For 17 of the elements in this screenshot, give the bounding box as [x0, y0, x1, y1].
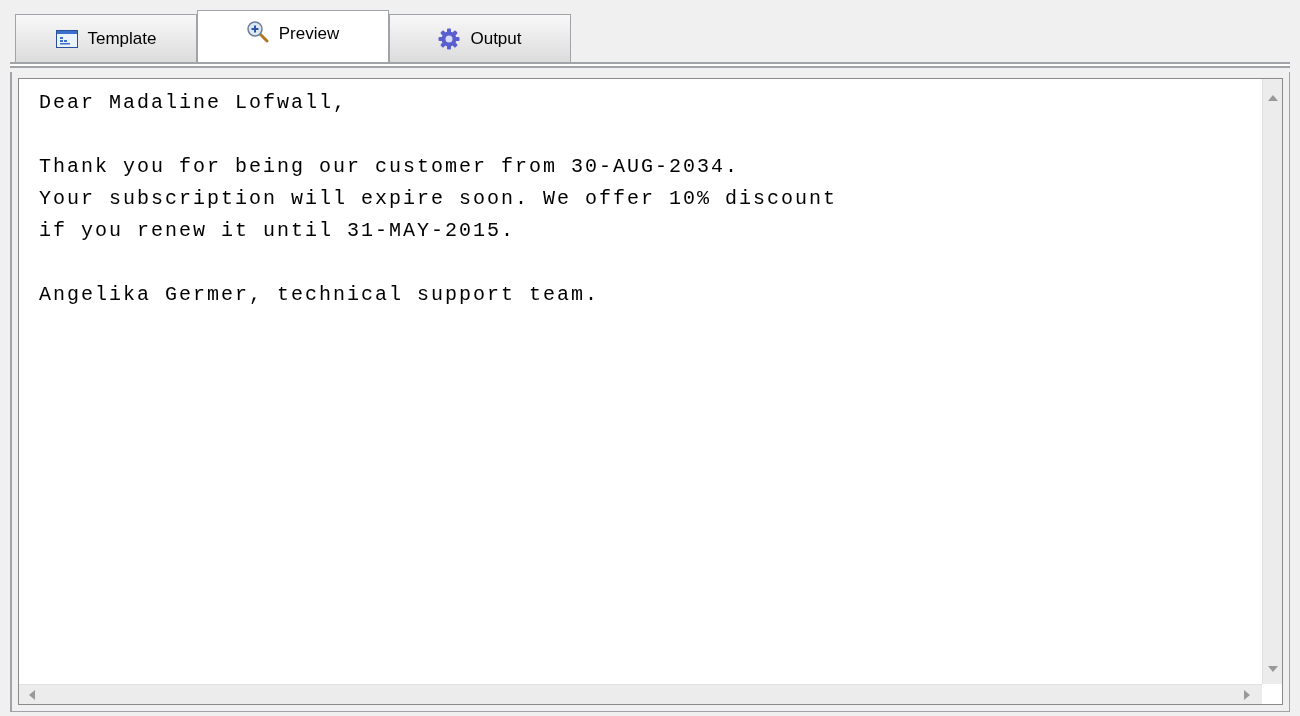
text-line: if you renew it until 31-MAY-2015. — [39, 218, 516, 244]
scroll-right-icon[interactable] — [1244, 690, 1250, 700]
tab[interactable]: Preview — [197, 10, 389, 62]
tab[interactable]: Output — [389, 14, 571, 62]
text-line: Angelika Germer, technical support team. — [39, 282, 600, 308]
text-line: Thank you for being our customer from 30-AUG-2034. — [39, 154, 740, 180]
zoom-in-icon — [246, 21, 269, 43]
text-area[interactable] — [18, 78, 1283, 705]
scroll-left-icon[interactable] — [29, 690, 35, 700]
scroll-up-icon[interactable] — [1268, 95, 1278, 101]
text-line: Your subscription will expire soon. We offer 10% discount — [39, 186, 838, 212]
horizontal-scrollbar[interactable] — [19, 684, 1262, 704]
window-icon — [55, 29, 78, 48]
tab[interactable]: Template — [15, 14, 197, 62]
vertical-scrollbar[interactable] — [1262, 79, 1282, 684]
text-line: Dear Madaline Lofwall, — [39, 90, 348, 116]
scroll-down-icon[interactable] — [1268, 666, 1278, 672]
